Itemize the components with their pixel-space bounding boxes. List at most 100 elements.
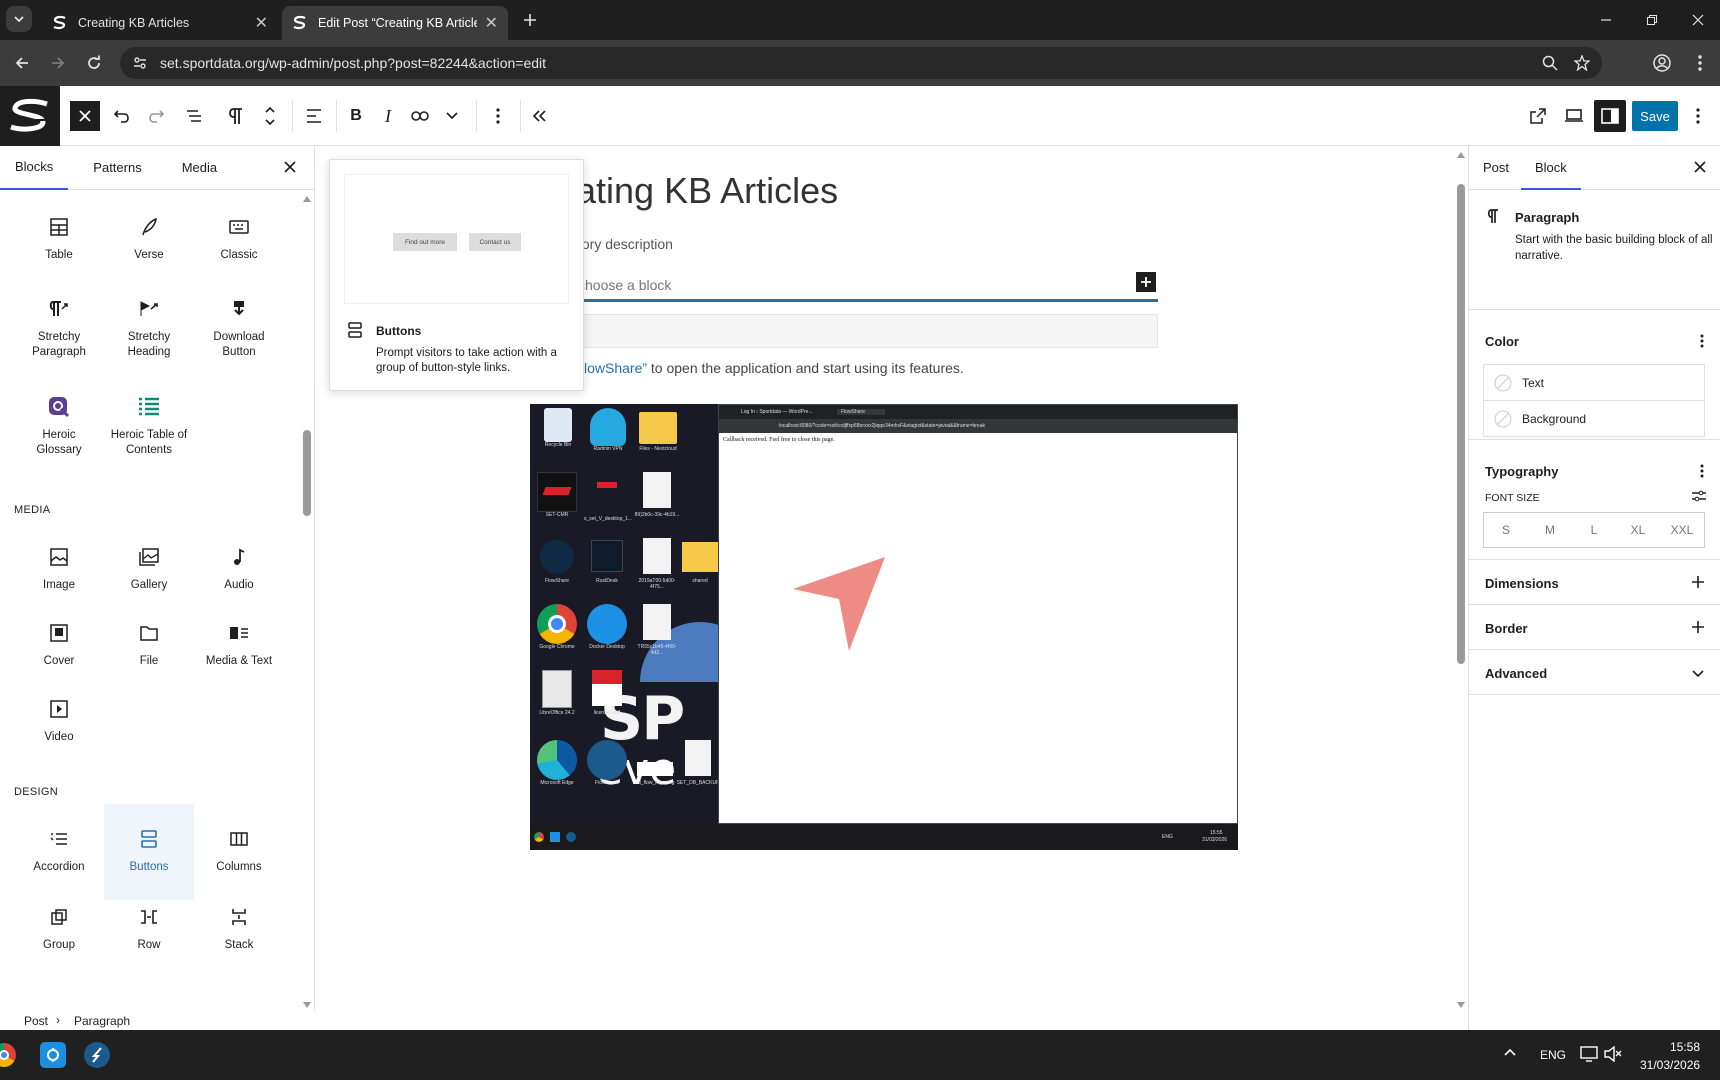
color-options-icon[interactable]	[1700, 334, 1704, 348]
block-stack[interactable]: Stack	[194, 892, 284, 972]
breadcrumb-post[interactable]: Post	[24, 1014, 48, 1028]
plus-icon[interactable]	[1692, 621, 1704, 633]
flowshare-icon[interactable]: FlowShare	[582, 740, 632, 800]
font-size-xl[interactable]: XL	[1616, 513, 1660, 547]
block-heroic-glossary[interactable]: Heroic Glossary	[14, 382, 104, 462]
plus-icon[interactable]	[1692, 576, 1704, 588]
block-cover[interactable]: Cover	[14, 608, 104, 688]
block-download-button[interactable]: Download Button	[194, 284, 284, 364]
italic-button[interactable]: I	[372, 100, 404, 132]
google-chrome-icon[interactable]: Google Chrome	[532, 604, 582, 664]
save-button[interactable]: Save	[1632, 101, 1678, 131]
inserter-scrollbar[interactable]	[300, 190, 314, 1010]
block-accordion[interactable]: Accordion	[14, 814, 104, 894]
undo-button[interactable]	[106, 100, 138, 132]
post-description[interactable]: tory description	[578, 236, 673, 252]
site-info-icon[interactable]	[132, 55, 148, 71]
dimensions-panel[interactable]: Dimensions	[1469, 560, 1720, 605]
font-size-m[interactable]: M	[1528, 513, 1572, 547]
clock-time[interactable]: 15:58	[1670, 1040, 1700, 1054]
block-classic[interactable]: Classic	[194, 202, 284, 282]
bold-button[interactable]: B	[340, 100, 372, 132]
link-button[interactable]	[404, 100, 436, 132]
post-title[interactable]: ating KB Articles	[576, 170, 838, 212]
breadcrumb-paragraph[interactable]: Paragraph	[74, 1014, 130, 1028]
move-block-button[interactable]	[254, 100, 286, 132]
browser-tab-kb[interactable]: Creating KB Articles ✕	[42, 6, 278, 40]
show-hidden-icons-button[interactable]	[1504, 1048, 1516, 1056]
border-panel[interactable]: Border	[1469, 605, 1720, 650]
block-file[interactable]: File	[104, 608, 194, 688]
preview-button[interactable]	[1558, 100, 1590, 132]
font-size-l[interactable]: L	[1572, 513, 1616, 547]
block-buttons[interactable]: Buttons	[104, 804, 194, 900]
docker-desktop-icon[interactable]: Docker Desktop	[582, 604, 632, 664]
new-tab-button[interactable]	[516, 6, 544, 34]
flowshare-icon[interactable]: FlowShare	[534, 538, 580, 598]
block-group[interactable]: Group	[14, 892, 104, 972]
instruction-paragraph[interactable]: lowShare” to open the application and st…	[584, 360, 964, 376]
volume-muted-icon[interactable]	[1604, 1046, 1622, 1062]
set-cmr-icon[interactable]: SET-CMR	[534, 472, 580, 532]
tab-block[interactable]: Block	[1521, 146, 1581, 190]
document-file-icon[interactable]: 2019aT00-5d00-4f75...	[634, 538, 680, 598]
block-verse[interactable]: Verse	[104, 202, 194, 282]
language-indicator[interactable]: ENG	[1540, 1048, 1566, 1062]
browser-tab-edit-post[interactable]: Edit Post “Creating KB Articles” ✕	[282, 6, 508, 40]
screenshot-image[interactable]: SP eve Recycle Bin Radmin VPN Files - Ne…	[530, 404, 1238, 850]
block-image[interactable]: Image	[14, 532, 104, 612]
libreoffice-icon[interactable]: LibreOffice 24.2	[534, 670, 580, 730]
minimize-button[interactable]	[1592, 6, 1620, 34]
close-settings-icon[interactable]	[1694, 161, 1706, 173]
color-text-option[interactable]: Text	[1483, 364, 1705, 401]
color-background-option[interactable]: Background	[1483, 400, 1705, 437]
tab-blocks[interactable]: Blocks	[0, 146, 69, 190]
empty-block-placeholder[interactable]: choose a block	[546, 272, 1158, 302]
flowshare-taskbar-icon[interactable]	[84, 1042, 110, 1068]
browser-menu-button[interactable]	[1686, 49, 1714, 77]
block-stretchy-paragraph[interactable]: Stretchy Paragraph	[14, 284, 104, 364]
address-bar[interactable]: set.sportdata.org/wp-admin/post.php?post…	[120, 47, 1602, 79]
font-size-s[interactable]: S	[1484, 513, 1528, 547]
image-file-icon[interactable]: cd_flow_logo.png	[632, 740, 678, 800]
font-size-xxl[interactable]: XXL	[1660, 513, 1704, 547]
recycle-bin-icon[interactable]: Recycle Bin	[538, 408, 578, 468]
close-inserter-icon[interactable]	[284, 161, 296, 173]
flowshare-link[interactable]: lowShare”	[584, 360, 647, 376]
tab-post[interactable]: Post	[1483, 160, 1509, 175]
block-row[interactable]: Row	[104, 892, 194, 972]
restore-button[interactable]	[1638, 6, 1666, 34]
block-options-button[interactable]	[482, 100, 514, 132]
align-button[interactable]	[298, 100, 330, 132]
close-window-button[interactable]	[1684, 6, 1712, 34]
block-columns[interactable]: Columns	[194, 814, 284, 894]
chrome-taskbar-icon[interactable]	[0, 1043, 16, 1067]
canvas-scrollbar[interactable]	[1454, 146, 1468, 1010]
close-tab-icon[interactable]: ✕	[485, 13, 498, 33]
bookmark-star-icon[interactable]	[1574, 55, 1590, 71]
forward-button[interactable]	[44, 49, 72, 77]
typography-options-icon[interactable]	[1700, 464, 1704, 478]
chevron-down-icon[interactable]	[1692, 670, 1704, 678]
paragraph-block-button[interactable]	[220, 100, 252, 132]
desktop-shortcut-icon[interactable]: s_set_V_desktop_1...	[584, 472, 632, 532]
document-overview-button[interactable]	[178, 100, 210, 132]
redo-button[interactable]	[140, 100, 172, 132]
network-icon[interactable]	[1580, 1046, 1598, 1062]
add-block-button[interactable]	[1136, 272, 1156, 292]
document-file-icon[interactable]: 89)2b0c-39c-4b19...	[634, 472, 680, 532]
block-media-text[interactable]: Media & Text	[194, 608, 284, 688]
tab-patterns[interactable]: Patterns	[78, 146, 156, 190]
font-size-custom-icon[interactable]	[1692, 490, 1706, 502]
editor-options-button[interactable]	[1682, 100, 1714, 132]
block-gallery[interactable]: Gallery	[104, 532, 194, 612]
rustdesk-taskbar-icon[interactable]	[40, 1042, 66, 1068]
back-button[interactable]	[8, 49, 36, 77]
tab-search-button[interactable]	[6, 6, 32, 32]
block-audio[interactable]: Audio	[194, 532, 284, 612]
settings-toggle-button[interactable]	[1594, 100, 1626, 132]
profile-button[interactable]	[1648, 49, 1676, 77]
document-file-icon[interactable]: TR55c1b49-4f99-4d2...	[634, 604, 680, 664]
block-video[interactable]: Video	[14, 684, 104, 764]
tab-media[interactable]: Media	[167, 146, 232, 190]
